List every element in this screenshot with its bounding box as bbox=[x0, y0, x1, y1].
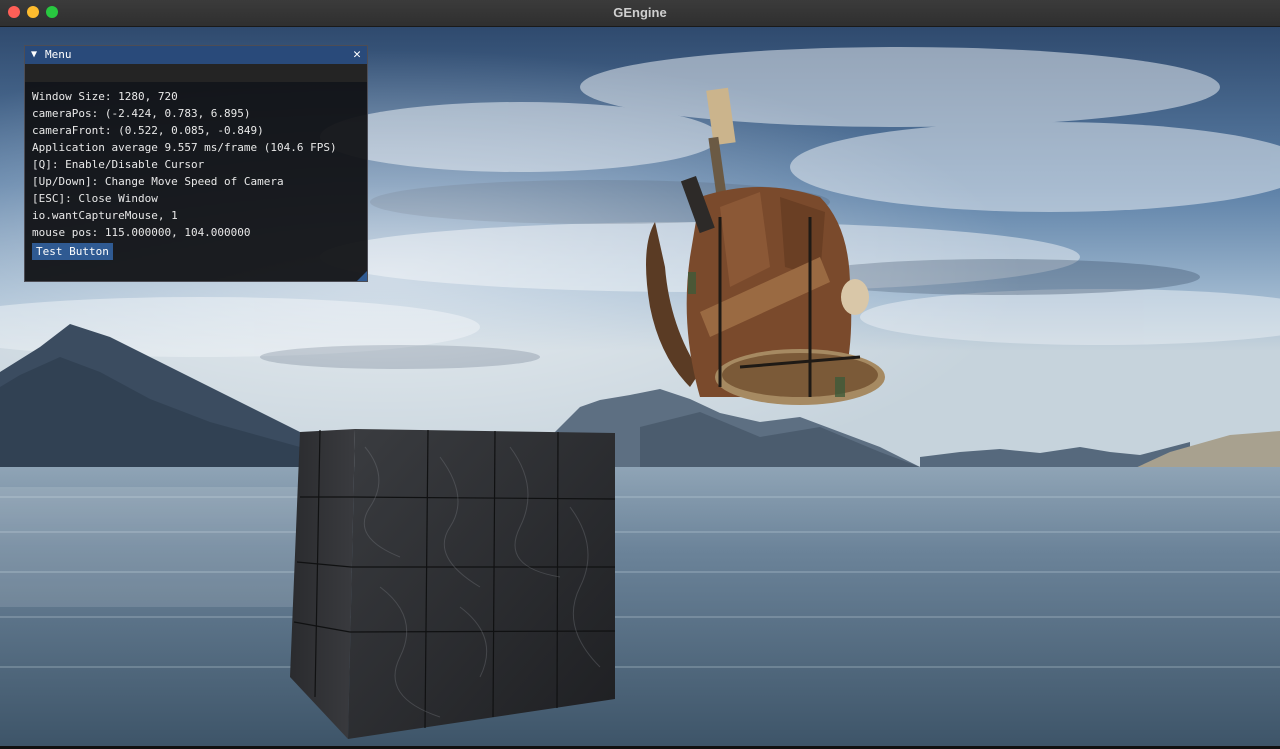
info-mouse-pos: mouse pos: 115.000000, 104.000000 bbox=[32, 226, 251, 239]
window-title: GEngine bbox=[613, 5, 667, 20]
triangle-down-icon[interactable]: ▼ bbox=[31, 46, 37, 64]
test-button[interactable]: Test Button bbox=[32, 243, 113, 260]
info-capture-mouse: io.wantCaptureMouse, 1 bbox=[32, 209, 178, 222]
info-camera-front: cameraFront: (0.522, 0.085, -0.849) bbox=[32, 124, 264, 137]
imgui-content: Window Size: 1280, 720 cameraPos: (-2.424… bbox=[25, 82, 367, 260]
close-icon[interactable]: ✕ bbox=[353, 46, 361, 64]
info-camera-pos: cameraPos: (-2.424, 0.783, 6.895) bbox=[32, 107, 251, 120]
info-window-size: Window Size: 1280, 720 bbox=[32, 90, 178, 103]
imgui-menu-window[interactable]: ▼ Menu ✕ Window Size: 1280, 720 cameraPos… bbox=[24, 45, 368, 282]
imgui-window-title: Menu bbox=[45, 48, 72, 61]
info-frame-time: Application average 9.557 ms/frame (104.… bbox=[32, 141, 337, 154]
imgui-titlebar[interactable]: ▼ Menu ✕ bbox=[25, 46, 367, 64]
info-key-esc: [ESC]: Close Window bbox=[32, 192, 158, 205]
marble-cube bbox=[290, 429, 616, 739]
imgui-menubar[interactable] bbox=[25, 64, 367, 82]
info-key-updown: [Up/Down]: Change Move Speed of Camera bbox=[32, 175, 284, 188]
resize-grip[interactable] bbox=[357, 271, 367, 281]
info-key-q: [Q]: Enable/Disable Cursor bbox=[32, 158, 205, 171]
window-titlebar[interactable]: GEngine bbox=[0, 0, 1280, 27]
